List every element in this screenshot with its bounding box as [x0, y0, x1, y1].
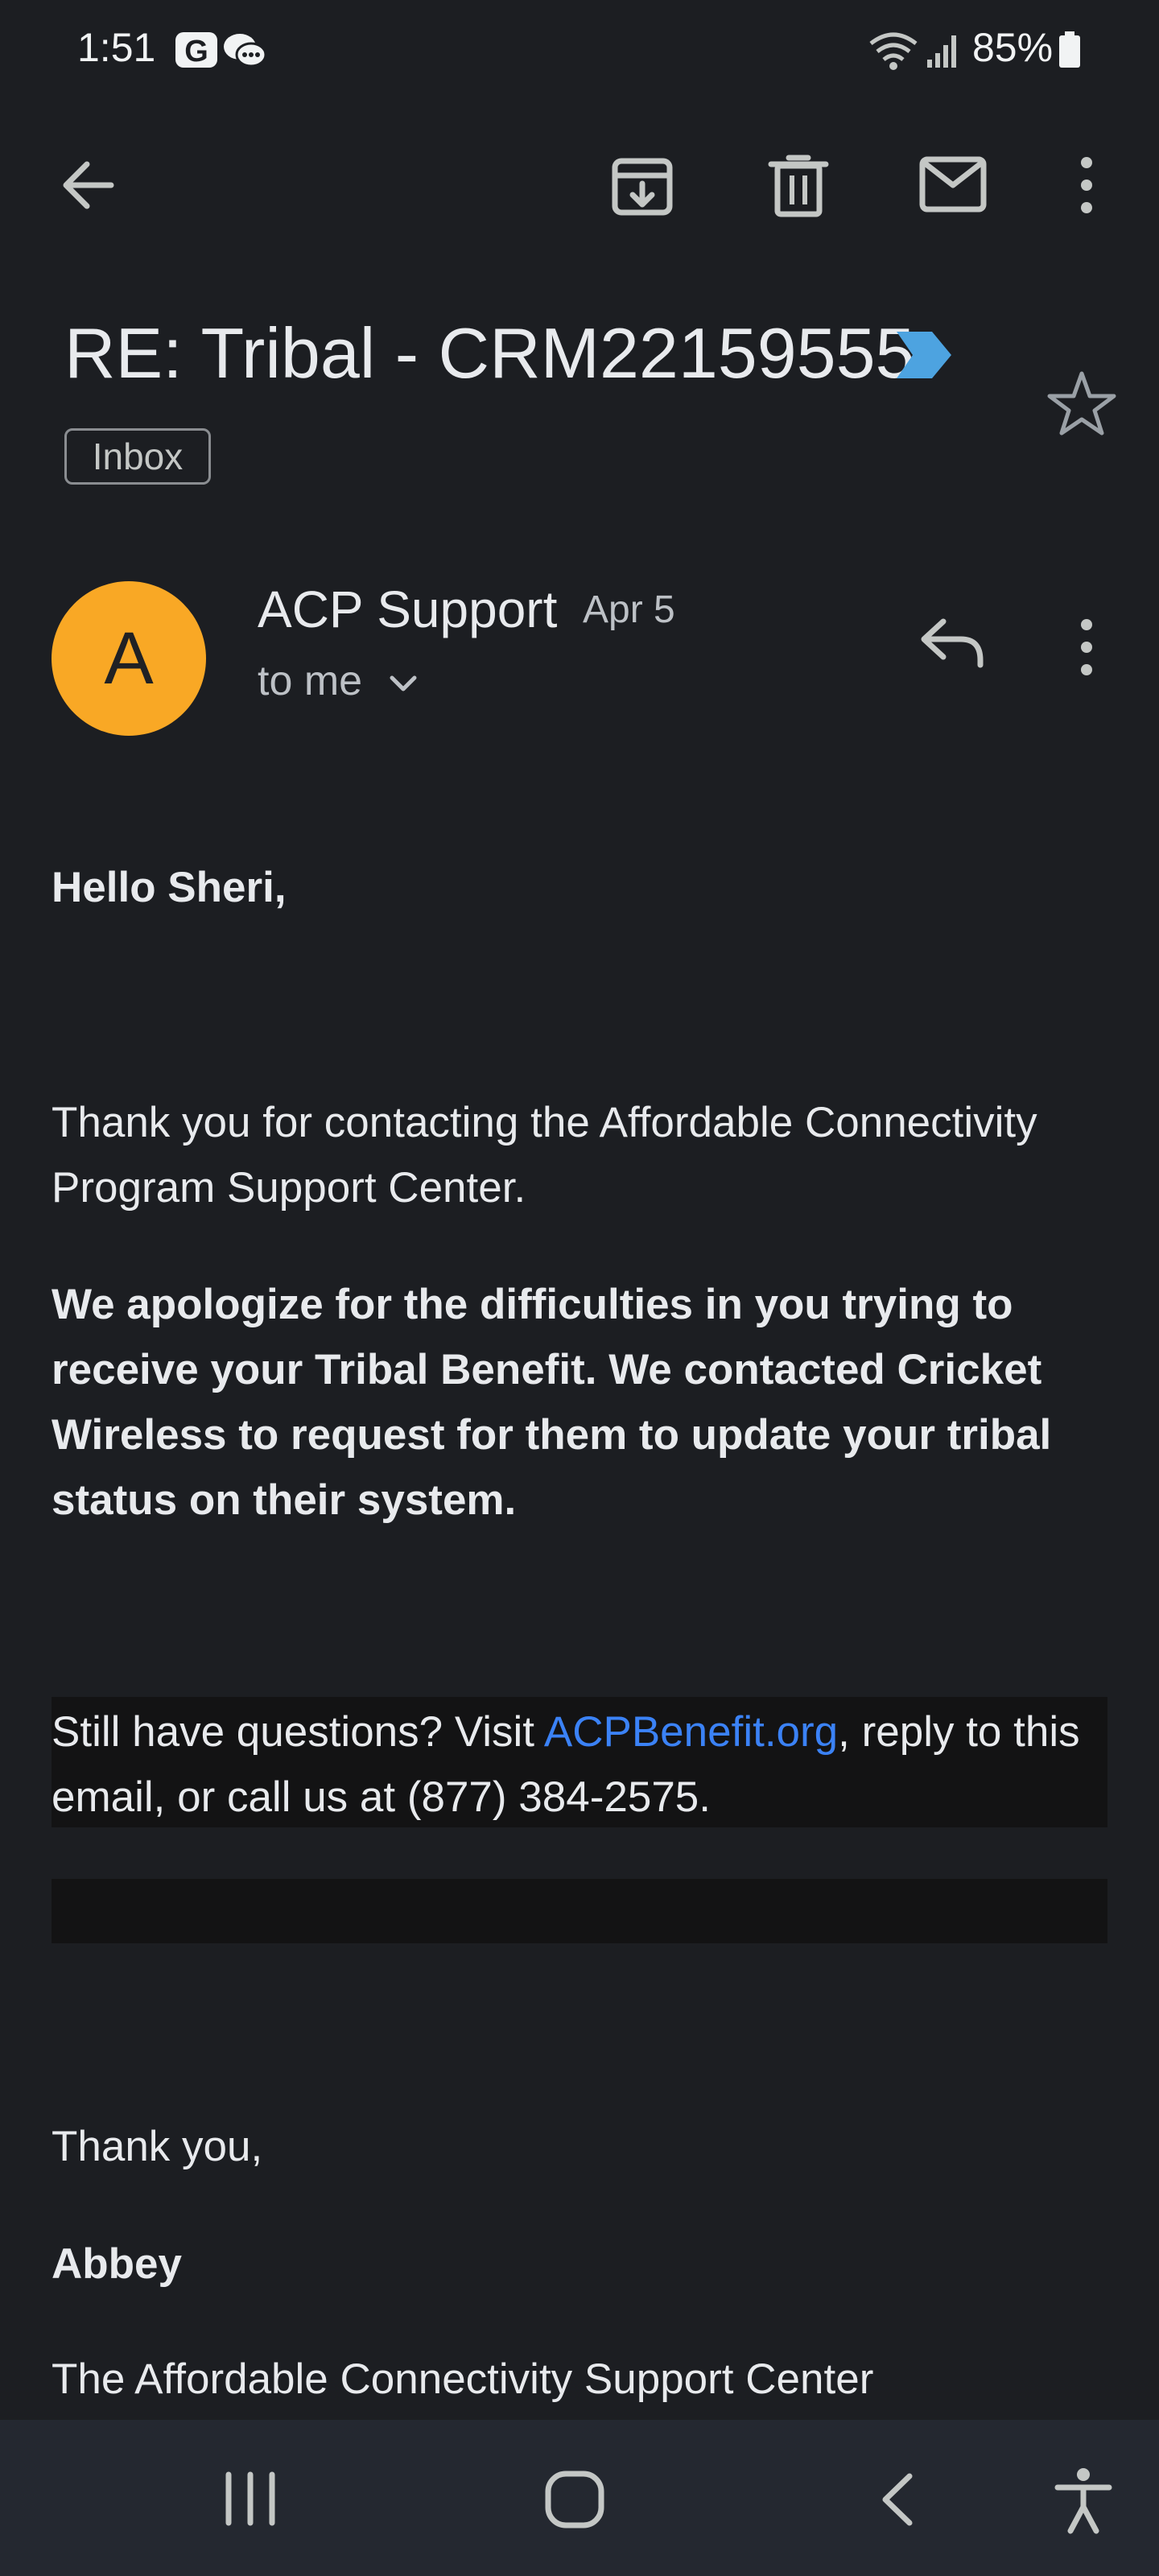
accessibility-icon[interactable] [1054, 2467, 1112, 2534]
inbox-label-chip[interactable]: Inbox [64, 428, 211, 485]
archive-icon[interactable] [608, 151, 676, 219]
recent-apps-icon[interactable] [222, 2471, 278, 2526]
questions-prefix: Still have questions? Visit [52, 1708, 544, 1756]
chat-bubbles-icon [224, 34, 267, 68]
back-nav-icon[interactable] [877, 2471, 918, 2528]
status-time: 1:51 [77, 25, 156, 70]
message-more-icon[interactable] [1070, 617, 1103, 678]
recipient-label: to me [258, 658, 363, 704]
thanks-paragraph: Thank you for contacting the Affordable … [52, 1099, 1037, 1212]
important-marker-icon[interactable] [895, 330, 953, 380]
navigation-bar [0, 2420, 1159, 2576]
mark-unread-icon[interactable] [918, 153, 988, 217]
organization: The Affordable Connectivity Support Cent… [52, 2355, 874, 2403]
delete-icon[interactable] [765, 150, 832, 221]
recipient-details[interactable]: to me [258, 657, 421, 705]
blank-block [52, 1879, 1107, 1943]
home-icon[interactable] [544, 2470, 605, 2529]
google-g-icon: G [175, 32, 217, 68]
signal-icon [927, 35, 956, 68]
sender-avatar[interactable]: A [52, 581, 206, 736]
more-vert-icon[interactable] [1070, 153, 1103, 217]
closing: Thank you, [52, 2123, 263, 2170]
signature: Abbey [52, 2240, 182, 2288]
email-subject: RE: Tribal - CRM22159555 [64, 313, 915, 393]
wifi-icon [869, 32, 918, 70]
reply-icon[interactable] [919, 615, 987, 670]
star-icon[interactable] [1046, 369, 1117, 436]
acp-benefit-link[interactable]: ACPBenefit.org [544, 1708, 838, 1756]
battery-icon [1059, 31, 1080, 68]
chevron-down-icon [390, 675, 417, 691]
back-arrow-icon[interactable] [56, 153, 121, 217]
battery-percent: 85% [972, 25, 1054, 70]
email-date: Apr 5 [583, 588, 675, 631]
sender-name[interactable]: ACP Support [258, 580, 557, 639]
apology-paragraph: We apologize for the difficulties in you… [52, 1281, 1052, 1524]
status-bar: 1:51 G 85% [0, 0, 1159, 97]
svg-text:G: G [184, 35, 208, 68]
questions-paragraph: Still have questions? Visit ACPBenefit.o… [52, 1699, 1114, 1830]
greeting: Hello Sheri, [52, 864, 287, 911]
